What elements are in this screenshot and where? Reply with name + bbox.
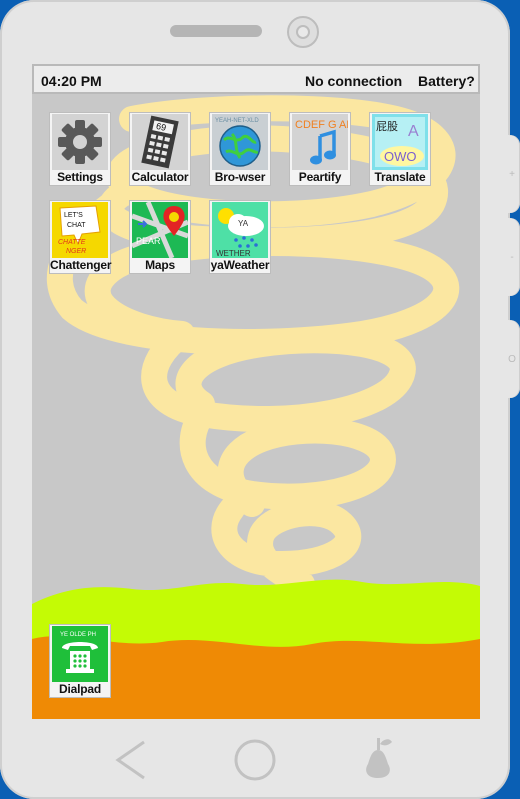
peartify-letters: CDEF G AB C <box>295 119 348 131</box>
pear-logo-icon[interactable] <box>366 738 392 778</box>
translate-bottom: OWO <box>384 149 417 164</box>
status-battery: Battery? <box>418 73 475 89</box>
weather-top: YA <box>238 219 249 228</box>
volume-up-button[interactable]: + <box>504 135 520 213</box>
app-dialpad[interactable]: YE OLDE PH Dialpad <box>49 624 111 698</box>
translate-letter: A <box>408 123 419 140</box>
status-connection: No connection <box>305 73 403 89</box>
app-peartify[interactable]: CDEF G AB C Peartify <box>289 112 351 186</box>
phone-body: 04:20 PM No connection Battery? Settings… <box>0 0 510 799</box>
app-label: Peartify <box>298 170 342 184</box>
chat-line-1: LET'S <box>64 212 83 219</box>
power-label: O <box>508 353 516 365</box>
app-settings[interactable]: Settings <box>49 112 111 186</box>
globe-icon: YEAH-NET-XLD <box>212 114 268 170</box>
chat-icon: LET'S CHAT CHATTE NGER <box>52 202 108 258</box>
volume-down-button[interactable]: - <box>504 218 520 296</box>
calculator-display: 69 <box>155 121 167 133</box>
back-icon[interactable] <box>115 740 145 780</box>
speaker-grille <box>170 25 262 37</box>
app-chattenger[interactable]: LET'S CHAT CHATTE NGER Chattenger <box>49 200 112 274</box>
translate-icon: 屁股 A OWO <box>372 114 428 170</box>
map-pin-icon: PEAR <box>132 202 188 258</box>
maps-text: PEAR <box>136 236 161 246</box>
browser-banner: YEAH-NET-XLD <box>215 118 259 124</box>
phone-icon: YE OLDE PH <box>52 626 108 682</box>
app-yaweather[interactable]: YA WETHER yaWeather <box>209 200 271 274</box>
volume-down-label: - <box>510 251 514 263</box>
app-maps[interactable]: PEAR Maps <box>129 200 191 274</box>
status-bar: 04:20 PM No connection Battery? <box>32 64 480 94</box>
status-time: 04:20 PM <box>41 73 102 89</box>
music-note-icon: CDEF G AB C <box>292 114 348 170</box>
chat-line-4: NGER <box>66 248 86 255</box>
weather-bottom: WETHER <box>216 249 251 258</box>
dialpad-icon-text: YE OLDE PH <box>60 632 96 638</box>
translate-top: 屁股 <box>376 120 398 133</box>
volume-up-label: + <box>509 168 515 180</box>
chat-line-2: CHAT <box>67 222 86 229</box>
app-browser[interactable]: YEAH-NET-XLD Bro-wser <box>209 112 271 186</box>
app-label: Translate <box>374 170 426 184</box>
chat-line-3: CHATTE <box>58 239 86 246</box>
power-button[interactable]: O <box>504 320 520 398</box>
app-translate[interactable]: 屁股 A OWO Translate <box>369 112 431 186</box>
front-camera <box>287 16 319 48</box>
app-label: Chattenger <box>50 258 112 272</box>
app-label: Dialpad <box>59 682 101 696</box>
app-label: Maps <box>145 258 175 272</box>
app-calculator[interactable]: 69 Calculator <box>129 112 191 186</box>
gear-icon <box>52 114 108 170</box>
calculator-icon: 69 <box>132 114 188 170</box>
home-screen: 04:20 PM No connection Battery? Settings… <box>32 64 480 719</box>
app-label: Calculator <box>131 170 189 184</box>
app-label: Settings <box>57 170 103 184</box>
app-label: Bro-wser <box>214 170 266 184</box>
navigation-bar <box>115 738 392 781</box>
home-icon[interactable] <box>234 739 276 781</box>
weather-cloud-icon: YA WETHER <box>212 202 268 258</box>
app-label: yaWeather <box>210 258 270 272</box>
